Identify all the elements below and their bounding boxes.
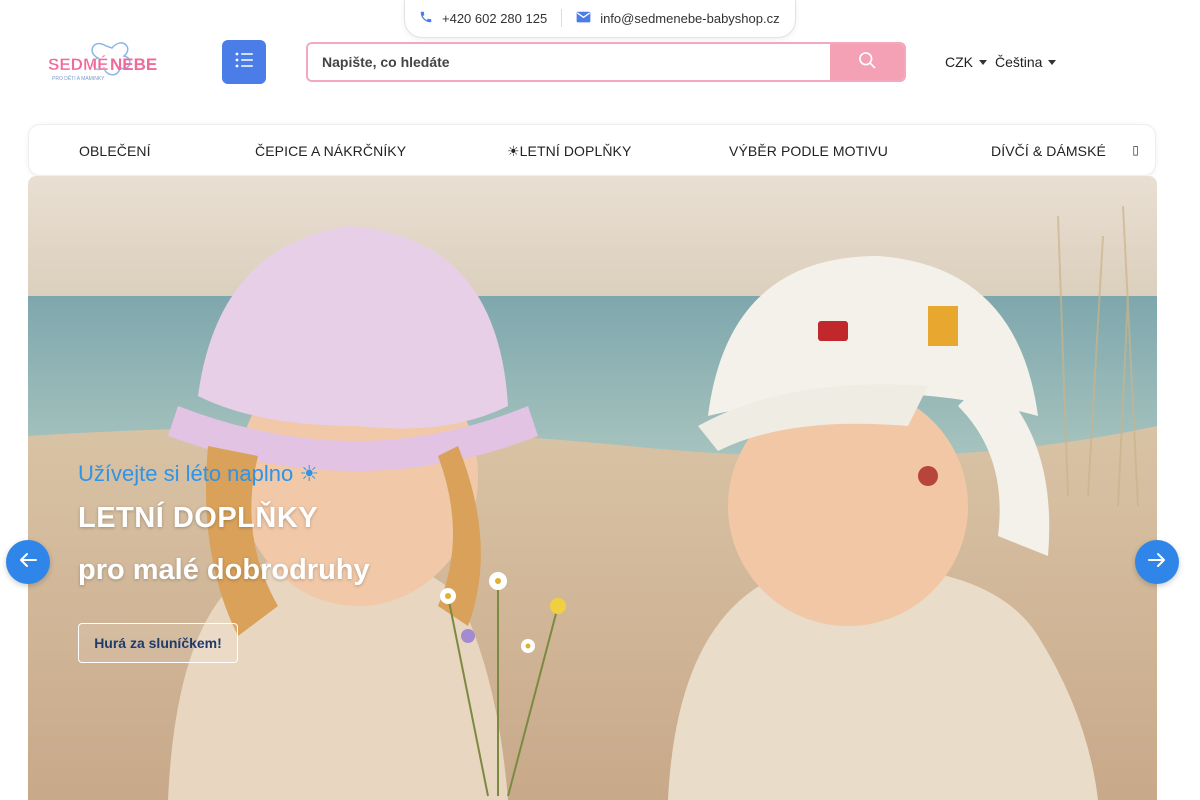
arrow-left-icon: [18, 552, 38, 573]
hero-subtitle: Užívejte si léto naplno ☀: [78, 461, 320, 486]
nav-item-letni-doplnky[interactable]: ☀LETNÍ DOPLŇKY: [507, 143, 631, 160]
nav-item-divci[interactable]: DÍVČÍ & DÁMSKÉ: [991, 143, 1106, 159]
email-link[interactable]: info@sedmenebe-babyshop.cz: [576, 10, 780, 26]
phone-number: +420 602 280 125: [442, 10, 548, 26]
contact-bar: +420 602 280 125 info@sedmenebe-babyshop…: [404, 0, 796, 38]
search-button[interactable]: [830, 44, 904, 80]
logo-tagline: PRO DĚTI A MAMINKY: [52, 74, 105, 82]
search-icon: [857, 50, 877, 75]
search-bar: [306, 42, 906, 82]
phone-icon: [419, 10, 433, 27]
carousel-next-button[interactable]: [1135, 540, 1179, 584]
hero-banner: Užívejte si léto naplno ☀ LETNÍ DOPLŇKY …: [28, 176, 1157, 800]
carousel-prev-button[interactable]: [6, 540, 50, 584]
hero-cta-button[interactable]: Hurá za sluníčkem!: [78, 623, 238, 663]
arrow-right-icon: [1147, 552, 1167, 573]
category-menu-button[interactable]: [222, 40, 266, 84]
chevron-down-icon: [979, 59, 987, 65]
list-icon: [235, 52, 253, 73]
language-dropdown[interactable]: Čeština: [995, 54, 1057, 70]
language-value: Čeština: [995, 54, 1043, 70]
hero-title-line-2: pro malé dobrodruhy: [78, 554, 370, 586]
logo-text: SEDMÉ: [48, 55, 108, 74]
email-address: info@sedmenebe-babyshop.cz: [600, 10, 780, 26]
locale-selectors: CZK Čeština: [945, 54, 1057, 70]
main-nav: OBLEČENÍ ČEPICE A NÁKRČNÍKY ☀LETNÍ DOPLŇ…: [28, 124, 1156, 176]
hero-title: LETNÍ DOPLŇKY: [78, 502, 319, 534]
contact-divider: [561, 9, 563, 27]
mail-icon: [576, 11, 591, 26]
hero-image: [28, 176, 1157, 800]
page: +420 602 280 125 info@sedmenebe-babyshop…: [0, 0, 1200, 800]
logo-text-2: NEBE: [110, 55, 157, 74]
nav-item-motiv[interactable]: VÝBĚR PODLE MOTIVU: [729, 143, 888, 159]
currency-value: CZK: [945, 54, 973, 70]
nav-item-obleceni[interactable]: OBLEČENÍ: [79, 143, 151, 159]
search-input[interactable]: [308, 44, 830, 80]
chevron-down-icon: [1048, 59, 1057, 65]
logo[interactable]: SEDMÉ NEBE PRO DĚTI A MAMINKY: [46, 38, 164, 88]
nav-more-icon[interactable]: ▯: [1132, 143, 1139, 157]
phone-link[interactable]: +420 602 280 125: [419, 10, 547, 27]
nav-item-cepice[interactable]: ČEPICE A NÁKRČNÍKY: [255, 143, 406, 159]
currency-dropdown[interactable]: CZK: [945, 54, 987, 70]
